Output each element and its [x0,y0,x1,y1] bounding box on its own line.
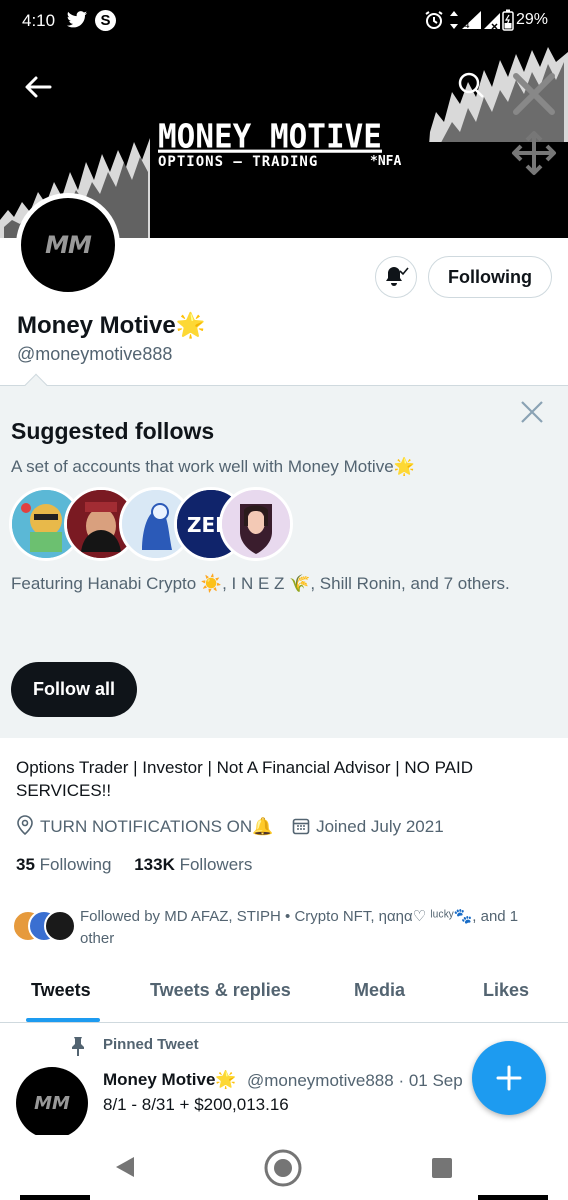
suggested-featuring: Featuring Hanabi Crypto ☀️, I N E Z 🌾, S… [11,574,510,593]
pinned-tweet-label: Pinned Tweet [103,1036,199,1053]
display-name-text: Money Motive [17,312,176,339]
profile-meta-row: TURN NOTIFICATIONS ON🔔 Joined July 2021 [16,815,444,839]
close-overlay-icon[interactable] [510,70,558,118]
banner-subtitle: OPTIONS — TRADING [158,154,319,170]
close-icon[interactable] [520,400,544,424]
tweet-author-name-text: Money Motive [103,1070,216,1089]
active-tab-indicator [26,1018,100,1022]
battery-icon [502,9,514,36]
nav-bottom-edge [20,1195,90,1200]
profile-avatar[interactable]: MM [16,193,120,297]
status-time: 4:10 [22,11,56,30]
battery-percent: 29% [515,11,548,28]
tweet-text: 8/1 - 8/31 + $200,013.16 [103,1095,289,1114]
compose-tweet-button[interactable] [472,1041,546,1115]
search-icon[interactable] [456,70,486,100]
followers-count-link[interactable]: 133K Followers [134,855,252,874]
nav-bottom-edge [478,1195,548,1200]
tab-likes[interactable]: Likes [483,980,529,1001]
following-count-link[interactable]: 35 Following [16,855,111,874]
svg-text:4: 4 [464,21,470,30]
profile-tabs: Tweets Tweets & replies Media Likes [0,966,568,1023]
alarm-icon [424,10,444,35]
tweet-author-name[interactable]: Money Motive🌟 [103,1070,237,1090]
following-label: Following [39,855,112,874]
banner-nfa: *NFA [370,154,402,169]
back-arrow-icon[interactable] [22,72,54,102]
avatar-text: MM [45,231,92,259]
suggested-description: A set of accounts that work well with Mo… [11,457,415,476]
joined-text: Joined July 2021 [316,817,444,836]
display-name: Money Motive🌟 [17,311,206,340]
tweet-handle-date: @moneymotive888 · 01 Sep [247,1071,463,1090]
status-bar: 4:10 S 4 29% [0,0,568,42]
tab-tweets[interactable]: Tweets [31,980,91,1001]
calendar-icon [292,817,310,840]
signal-icon: 4 [461,10,483,35]
bell-check-icon [386,267,409,286]
pin-icon [68,1036,88,1061]
suggested-avatar[interactable] [219,487,293,561]
banner-title: MONEY MOTIVE [158,118,382,156]
data-arrows-icon [449,10,459,35]
profile-bio: Options Trader | Investor | Not A Financ… [16,758,474,800]
following-count: 35 [16,855,35,874]
tweet-avatar-text: MM [34,1092,70,1114]
tab-tweets-and-replies[interactable]: Tweets & replies [150,980,291,1001]
followed-by-avatar [44,910,76,942]
followers-count: 133K [134,855,175,874]
location-text: TURN NOTIFICATIONS ON🔔 [40,817,274,836]
follow-all-button[interactable]: Follow all [11,662,137,717]
suggested-title: Suggested follows [11,418,215,444]
followed-by-avatars[interactable] [12,910,76,944]
followed-by-text[interactable]: Followed by MD AFAZ, STIPH • Crypto NFT,… [80,906,550,950]
recents-nav-icon[interactable] [431,1157,453,1184]
move-overlay-icon[interactable] [511,130,557,176]
handle: @moneymotive888 [17,344,173,364]
twitter-notification-icon [66,10,88,35]
location-icon [16,815,34,840]
notifications-bell-button[interactable] [375,256,417,298]
tab-media[interactable]: Media [354,980,405,1001]
followers-label: Followers [179,855,253,874]
star-icon: 🌟 [215,1070,237,1089]
back-nav-icon[interactable] [114,1155,136,1184]
system-nav-bar [0,1135,568,1200]
star-icon: 🌟 [175,312,206,339]
signal-x-icon [483,10,501,35]
follow-counts: 35 Following 133K Followers [16,855,252,875]
home-nav-icon[interactable] [264,1149,302,1192]
plus-icon [496,1065,522,1091]
tweet-avatar[interactable]: MM [16,1067,88,1139]
app-notification-icon: S [95,10,116,31]
following-button[interactable]: Following [428,256,552,298]
